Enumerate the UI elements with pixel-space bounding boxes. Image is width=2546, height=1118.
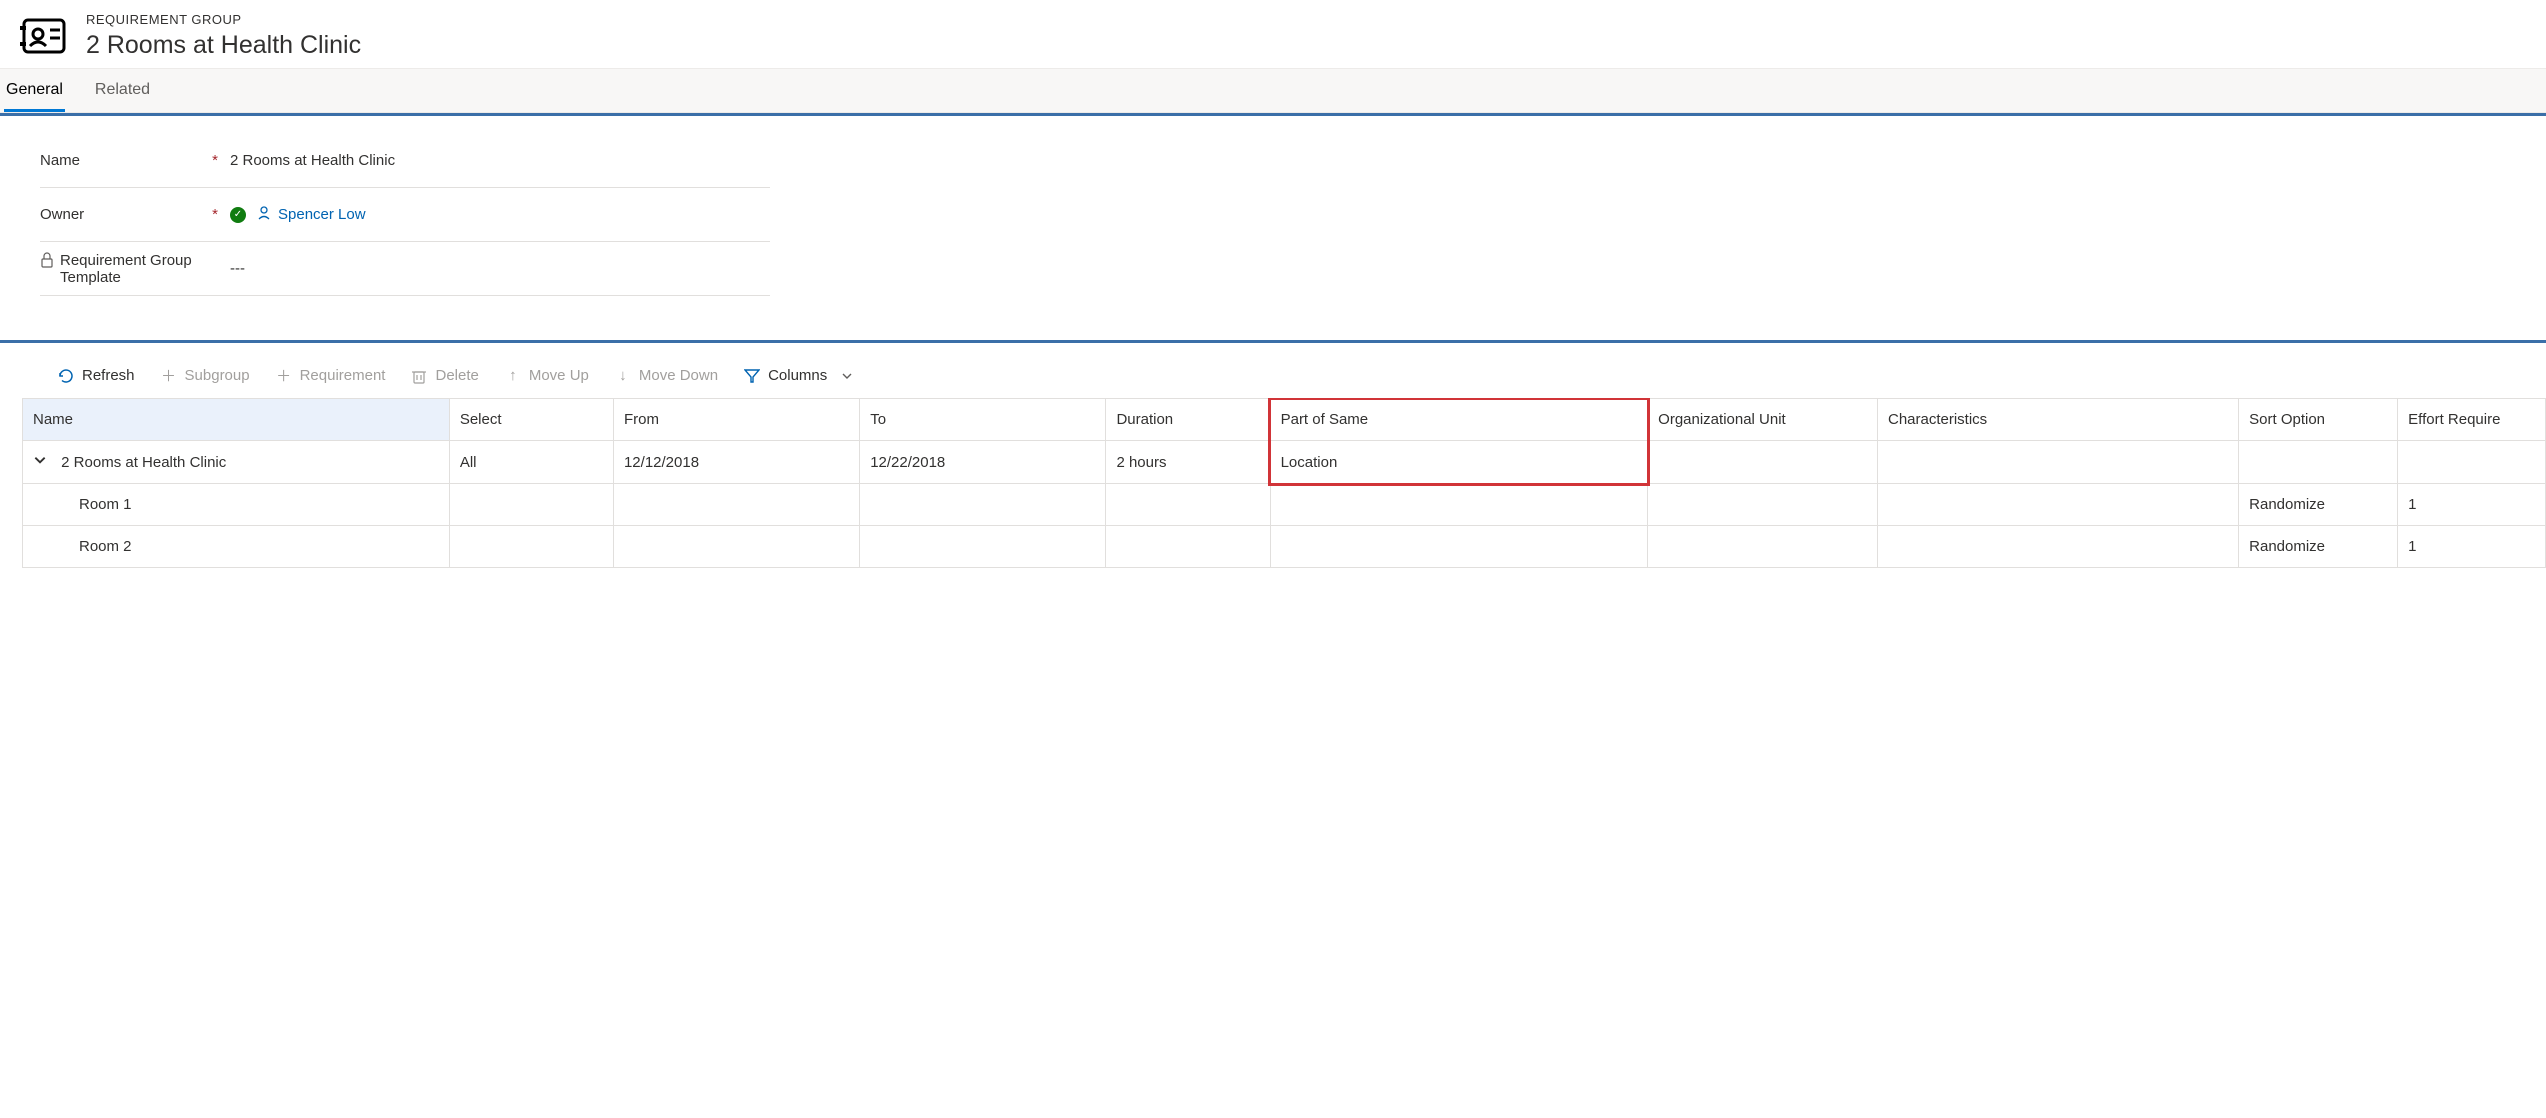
chevron-down-icon: [839, 368, 855, 384]
page-header: REQUIREMENT GROUP 2 Rooms at Health Clin…: [0, 0, 2546, 68]
cell-to[interactable]: [860, 484, 1106, 526]
columns-button[interactable]: Columns: [744, 367, 855, 384]
cell-from[interactable]: [613, 484, 859, 526]
name-value[interactable]: 2 Rooms at Health Clinic: [230, 152, 770, 169]
cell-duration[interactable]: 2 hours: [1106, 441, 1270, 484]
cell-effort-required[interactable]: 1: [2398, 526, 2546, 568]
col-duration[interactable]: Duration: [1106, 399, 1270, 441]
cell-duration[interactable]: [1106, 484, 1270, 526]
move-up-label: Move Up: [529, 367, 589, 384]
table-row[interactable]: Room 2 Randomize 1: [23, 526, 2546, 568]
cell-name[interactable]: Room 2: [23, 526, 450, 568]
col-select[interactable]: Select: [449, 399, 613, 441]
grid-header-row: Name Select From To Duration Part of Sam…: [23, 399, 2546, 441]
cell-sort-option[interactable]: Randomize: [2239, 526, 2398, 568]
requirement-button[interactable]: ＋ Requirement: [276, 367, 386, 384]
cell-select[interactable]: [449, 484, 613, 526]
grid-container: Name Select From To Duration Part of Sam…: [0, 398, 2546, 568]
cell-org-unit[interactable]: [1648, 526, 1878, 568]
form-section: Name * 2 Rooms at Health Clinic Owner * …: [0, 116, 790, 320]
move-up-button[interactable]: ↑ Move Up: [505, 367, 589, 384]
refresh-icon: [58, 368, 74, 384]
requirement-label: Requirement: [300, 367, 386, 384]
delete-label: Delete: [435, 367, 478, 384]
form-section-border: Name * 2 Rooms at Health Clinic Owner * …: [0, 113, 2546, 320]
entity-type-label: REQUIREMENT GROUP: [86, 12, 361, 27]
owner-label: Owner: [40, 206, 84, 223]
cell-sort-option[interactable]: Randomize: [2239, 484, 2398, 526]
cell-org-unit[interactable]: [1648, 484, 1878, 526]
cell-duration[interactable]: [1106, 526, 1270, 568]
filter-icon: [744, 368, 760, 384]
template-label: Requirement Group Template: [60, 252, 210, 286]
cell-from[interactable]: [613, 526, 859, 568]
field-name: Name * 2 Rooms at Health Clinic: [40, 134, 770, 188]
cell-characteristics[interactable]: [1877, 526, 2238, 568]
delete-button[interactable]: Delete: [411, 367, 478, 384]
cell-select[interactable]: [449, 526, 613, 568]
arrow-down-icon: ↓: [615, 368, 631, 384]
check-icon: ✓: [230, 207, 246, 223]
cell-characteristics[interactable]: [1877, 484, 2238, 526]
cell-part-of-same[interactable]: [1270, 484, 1648, 526]
lock-icon: [40, 252, 54, 272]
cell-select[interactable]: All: [449, 441, 613, 484]
cell-part-of-same[interactable]: Location: [1270, 441, 1648, 484]
person-icon: [256, 205, 272, 225]
cell-effort-required[interactable]: 1: [2398, 484, 2546, 526]
name-label: Name: [40, 152, 80, 169]
template-value: ---: [230, 260, 770, 277]
refresh-button[interactable]: Refresh: [58, 367, 135, 384]
row-name-text: 2 Rooms at Health Clinic: [61, 454, 226, 471]
grid-section: Refresh ＋ Subgroup ＋ Requirement Delete …: [0, 340, 2546, 568]
table-row[interactable]: 2 Rooms at Health Clinic All 12/12/2018 …: [23, 441, 2546, 484]
cell-effort-required[interactable]: [2398, 441, 2546, 484]
subgroup-label: Subgroup: [185, 367, 250, 384]
col-to[interactable]: To: [860, 399, 1106, 441]
trash-icon: [411, 368, 427, 384]
chevron-down-icon[interactable]: [33, 453, 47, 471]
plus-icon: ＋: [161, 368, 177, 384]
required-indicator: *: [212, 206, 218, 223]
col-sort-option[interactable]: Sort Option: [2239, 399, 2398, 441]
tab-related[interactable]: Related: [93, 69, 152, 112]
cell-org-unit[interactable]: [1648, 441, 1878, 484]
cell-name[interactable]: 2 Rooms at Health Clinic: [23, 441, 450, 484]
col-part-of-same[interactable]: Part of Same: [1270, 399, 1648, 441]
field-template: Requirement Group Template ---: [40, 242, 770, 296]
cell-to[interactable]: [860, 526, 1106, 568]
arrow-up-icon: ↑: [505, 368, 521, 384]
entity-icon: [20, 12, 68, 60]
col-characteristics[interactable]: Characteristics: [1877, 399, 2238, 441]
owner-link[interactable]: Spencer Low: [278, 206, 366, 223]
cell-part-of-same[interactable]: [1270, 526, 1648, 568]
columns-label: Columns: [768, 367, 827, 384]
page-title: 2 Rooms at Health Clinic: [86, 31, 361, 60]
plus-icon: ＋: [276, 368, 292, 384]
col-name[interactable]: Name: [23, 399, 450, 441]
tab-general[interactable]: General: [4, 69, 65, 112]
requirements-grid: Name Select From To Duration Part of Sam…: [22, 398, 2546, 568]
owner-value[interactable]: ✓ Spencer Low: [230, 205, 770, 225]
col-from[interactable]: From: [613, 399, 859, 441]
cell-from[interactable]: 12/12/2018: [613, 441, 859, 484]
refresh-label: Refresh: [82, 367, 135, 384]
grid-toolbar: Refresh ＋ Subgroup ＋ Requirement Delete …: [0, 367, 2546, 398]
subgroup-button[interactable]: ＋ Subgroup: [161, 367, 250, 384]
cell-sort-option[interactable]: [2239, 441, 2398, 484]
cell-characteristics[interactable]: [1877, 441, 2238, 484]
col-effort-required[interactable]: Effort Require: [2398, 399, 2546, 441]
move-down-button[interactable]: ↓ Move Down: [615, 367, 718, 384]
required-indicator: *: [212, 152, 218, 169]
field-owner: Owner * ✓ Spencer Low: [40, 188, 770, 242]
cell-name[interactable]: Room 1: [23, 484, 450, 526]
move-down-label: Move Down: [639, 367, 718, 384]
cell-to[interactable]: 12/22/2018: [860, 441, 1106, 484]
table-row[interactable]: Room 1 Randomize 1: [23, 484, 2546, 526]
col-org-unit[interactable]: Organizational Unit: [1648, 399, 1878, 441]
tabs-bar: General Related: [0, 68, 2546, 113]
